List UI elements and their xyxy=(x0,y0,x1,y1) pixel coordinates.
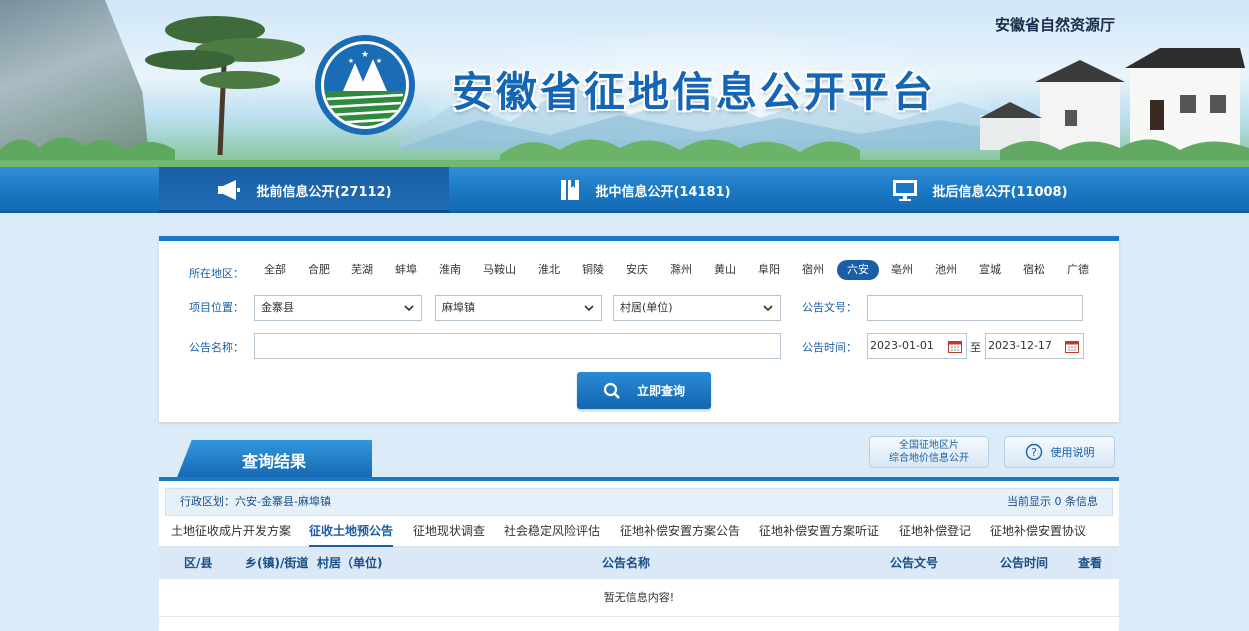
results-tab: 查询结果 xyxy=(176,440,372,480)
region-anqing[interactable]: 安庆 xyxy=(621,260,653,280)
column-town: 乡(镇)/街道 xyxy=(245,556,309,570)
region-fuyang[interactable]: 阜阳 xyxy=(753,260,785,280)
svg-text:★: ★ xyxy=(361,50,369,60)
region-bengbu[interactable]: 蚌埠 xyxy=(390,260,422,280)
national-land-price-button[interactable]: 全国征地区片 综合地价信息公开 xyxy=(869,436,989,468)
book-icon xyxy=(561,180,580,200)
region-chuzhou[interactable]: 滁州 xyxy=(665,260,697,280)
help-button[interactable]: ? 使用说明 xyxy=(1004,436,1115,468)
column-view: 查看 xyxy=(1078,556,1103,570)
region-susong[interactable]: 宿松 xyxy=(1018,260,1050,280)
date-to-value: 2023-12-17 xyxy=(988,339,1052,352)
results-box: 行政区划：六安-金寨县-麻埠镇 当前显示 0 条信息 土地征收成片开发方案 征收… xyxy=(159,481,1119,631)
tab-status-survey[interactable]: 征地现状调查 xyxy=(413,517,485,547)
region-maanshan[interactable]: 马鞍山 xyxy=(478,260,521,280)
tab-pre-announcement[interactable]: 征收土地预公告 xyxy=(309,517,394,547)
region-wuhu[interactable]: 芜湖 xyxy=(346,260,378,280)
name-input[interactable] xyxy=(254,333,781,359)
region-tongling[interactable]: 铜陵 xyxy=(577,260,609,280)
region-suzhou[interactable]: 宿州 xyxy=(797,260,829,280)
tab-compensation-plan[interactable]: 征地补偿安置方案公告 xyxy=(620,517,740,547)
calendar-icon[interactable] xyxy=(1065,340,1079,353)
search-button-label: 立即查询 xyxy=(636,384,685,398)
national-land-price-line1: 全国征地区片 xyxy=(899,440,959,451)
date-from-value: 2023-01-01 xyxy=(870,339,934,352)
banner-trees-decoration xyxy=(0,137,1249,168)
chevron-down-icon xyxy=(763,305,773,312)
announcement-tabs: 土地征收成片开发方案 征收土地预公告 征地现状调查 社会稳定风险评估 征地补偿安… xyxy=(159,517,1119,547)
nav-pre-approval[interactable]: 批前信息公开(27112) xyxy=(159,167,449,213)
national-land-price-line2: 综合地价信息公开 xyxy=(889,453,969,464)
county-select[interactable]: 金寨县 xyxy=(254,295,422,321)
column-time: 公告时间 xyxy=(1000,556,1049,570)
svg-text:★: ★ xyxy=(376,57,382,65)
location-label: 项目位置： xyxy=(189,301,244,314)
nav-post-approval-label: 批后信息公开(11008) xyxy=(932,184,1068,200)
region-huaibei[interactable]: 淮北 xyxy=(533,260,565,280)
monitor-icon xyxy=(893,180,918,201)
svg-text:?: ? xyxy=(1031,446,1037,459)
date-from-input[interactable]: 2023-01-01 xyxy=(867,333,967,359)
village-select[interactable]: 村居(单位) xyxy=(613,295,781,321)
column-doc-no: 公告文号 xyxy=(890,556,939,570)
help-button-label: 使用说明 xyxy=(1050,446,1095,459)
column-announcement-name: 公告名称 xyxy=(602,556,651,570)
results-tab-title: 查询结果 xyxy=(241,452,306,471)
tab-compensation-agreement[interactable]: 征地补偿安置协议 xyxy=(990,517,1086,547)
admin-region-text: 行政区划：六安-金寨县-麻埠镇 xyxy=(180,495,331,508)
chevron-down-icon xyxy=(584,305,594,312)
search-icon xyxy=(603,382,620,399)
tab-compensation-registration[interactable]: 征地补偿登记 xyxy=(899,517,971,547)
chevron-down-icon xyxy=(404,305,414,312)
table-header: 区/县 乡(镇)/街道 村居（单位) 公告名称 公告文号 公告时间 查看 xyxy=(159,547,1119,579)
name-label: 公告名称： xyxy=(189,341,244,354)
region-xuancheng[interactable]: 宣城 xyxy=(974,260,1006,280)
column-village: 村居（单位) xyxy=(317,556,383,570)
region-chizhou[interactable]: 池州 xyxy=(930,260,962,280)
region-guangde[interactable]: 广德 xyxy=(1062,260,1094,280)
empty-message: 暂无信息内容! xyxy=(159,579,1119,617)
town-select-value: 麻埠镇 xyxy=(442,301,475,314)
nav-pre-approval-label: 批前信息公开(27112) xyxy=(256,184,392,200)
main-nav: 批前信息公开(27112) 批中信息公开(14181) 批后信息公开(11008… xyxy=(0,167,1249,213)
doc-no-label: 公告文号： xyxy=(802,301,857,314)
department-name: 安徽省自然资源厅 xyxy=(994,16,1115,34)
county-select-value: 金寨县 xyxy=(261,301,294,314)
site-title: 安徽省征地信息公开平台 xyxy=(452,68,936,116)
info-bar: 行政区划：六安-金寨县-麻埠镇 当前显示 0 条信息 xyxy=(165,488,1113,516)
emblem-logo: ★ ★ ★ xyxy=(315,35,415,135)
megaphone-icon xyxy=(218,180,241,200)
doc-no-input[interactable] xyxy=(867,295,1083,321)
header-banner: 安徽省自然资源厅 ★ ★ ★ 安徽省征地信息公开平台 xyxy=(0,0,1249,168)
calendar-icon[interactable] xyxy=(948,340,962,353)
region-label: 所在地区： xyxy=(189,267,244,280)
region-huangshan[interactable]: 黄山 xyxy=(709,260,741,280)
tab-risk-assessment[interactable]: 社会稳定风险评估 xyxy=(504,517,600,547)
result-count-text: 当前显示 0 条信息 xyxy=(1007,495,1098,508)
search-panel: 所在地区： 全部 合肥 芜湖 蚌埠 淮南 马鞍山 淮北 铜陵 安庆 滁州 黄山 … xyxy=(159,236,1119,422)
date-to-input[interactable]: 2023-12-17 xyxy=(985,333,1084,359)
town-select[interactable]: 麻埠镇 xyxy=(435,295,602,321)
tab-compensation-hearing[interactable]: 征地补偿安置方案听证 xyxy=(759,517,879,547)
region-all[interactable]: 全部 xyxy=(259,260,291,280)
column-district: 区/县 xyxy=(184,556,213,570)
nav-post-approval[interactable]: 批后信息公开(11008) xyxy=(860,167,1100,213)
search-button[interactable]: 立即查询 xyxy=(577,372,711,409)
time-label: 公告时间： xyxy=(802,341,857,354)
region-luan[interactable]: 六安 xyxy=(837,260,879,280)
region-huainan[interactable]: 淮南 xyxy=(434,260,466,280)
village-select-value: 村居(单位) xyxy=(620,301,673,314)
tab-development-plan[interactable]: 土地征收成片开发方案 xyxy=(171,517,291,547)
question-icon: ? xyxy=(1025,443,1042,461)
nav-in-approval-label: 批中信息公开(14181) xyxy=(595,184,731,200)
date-separator: 至 xyxy=(970,341,981,354)
region-bozhou[interactable]: 亳州 xyxy=(886,260,918,280)
region-hefei[interactable]: 合肥 xyxy=(303,260,335,280)
nav-in-approval[interactable]: 批中信息公开(14181) xyxy=(520,167,770,213)
svg-text:★: ★ xyxy=(348,57,354,65)
